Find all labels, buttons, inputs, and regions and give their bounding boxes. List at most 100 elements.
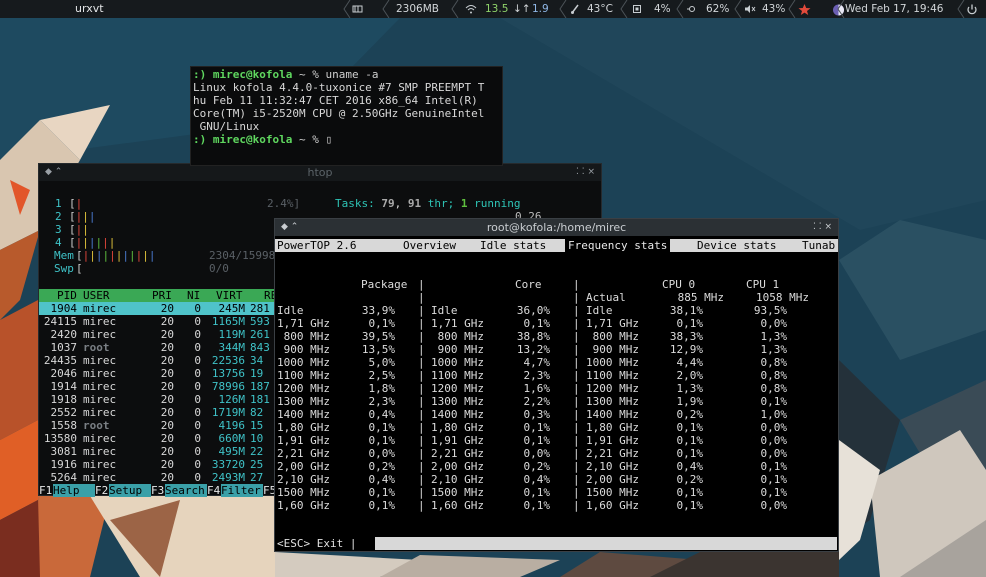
htop-window-title: htop bbox=[307, 166, 333, 179]
package-value: 0,1% bbox=[368, 434, 396, 447]
fkey-label[interactable]: Filter bbox=[221, 484, 263, 497]
column-header-virt[interactable]: VIRT bbox=[216, 289, 243, 302]
process-res: 281 bbox=[250, 302, 270, 315]
cpu-freq: 1,71 GHz bbox=[586, 317, 639, 330]
fkey-label[interactable]: Help bbox=[53, 484, 95, 497]
header-cpu1: CPU 1 bbox=[746, 278, 780, 291]
meter-bar: [ bbox=[76, 262, 83, 275]
brightness-widget: 62% bbox=[683, 0, 729, 18]
package-freq: 1,91 GHz bbox=[277, 434, 330, 447]
package-value: 33,9% bbox=[361, 304, 395, 317]
fkey-label[interactable]: Search bbox=[165, 484, 207, 497]
powertop-window[interactable]: ◆ ⌃ root@kofola:/home/mirec ⁚ ⁚ × PowerT… bbox=[274, 218, 839, 552]
process-user: mirec bbox=[83, 328, 117, 341]
core-value: 36,0% bbox=[516, 304, 550, 317]
process-ni: 0 bbox=[194, 341, 201, 354]
cpu-freq: 900 MHz bbox=[586, 343, 639, 356]
terminal-prompt-line[interactable]: :) mirec@kofola ~ % ▯ bbox=[193, 133, 332, 146]
volume-widget[interactable]: 43% bbox=[741, 0, 785, 18]
column-separator: | bbox=[573, 278, 580, 291]
process-virt: 1165M bbox=[211, 315, 245, 328]
process-pid: 3081 bbox=[50, 445, 78, 458]
tab-device-stats[interactable]: Device stats bbox=[697, 239, 776, 252]
process-user: mirec bbox=[83, 406, 117, 419]
package-freq: 2,21 GHz bbox=[277, 447, 330, 460]
cpu-freq: 1500 MHz bbox=[586, 486, 639, 499]
powertop-titlebar[interactable]: ◆ ⌃ root@kofola:/home/mirec ⁚ ⁚ × bbox=[275, 219, 838, 236]
column-separator: | bbox=[418, 408, 425, 421]
exit-hint[interactable]: <ESC> Exit | bbox=[277, 537, 375, 550]
process-ni: 0 bbox=[194, 367, 201, 380]
column-header-ni[interactable]: NI bbox=[187, 289, 200, 302]
column-separator: | bbox=[418, 499, 425, 512]
process-virt: 119M bbox=[218, 328, 246, 341]
meter-label: 1 bbox=[55, 197, 62, 210]
package-freq: 2,00 GHz bbox=[277, 460, 330, 473]
powertop-content[interactable]: PowerTOP 2.6 Overview Idle stats Frequen… bbox=[275, 236, 838, 551]
memory-value: 2306MB bbox=[396, 3, 439, 15]
fkey-f4[interactable]: F4 bbox=[207, 484, 220, 497]
tab-frequency-stats[interactable]: Frequency stats bbox=[565, 239, 671, 252]
column-separator: | bbox=[573, 382, 580, 395]
bar-separator bbox=[620, 0, 628, 18]
process-virt: 22536 bbox=[211, 354, 245, 367]
column-separator: | bbox=[418, 421, 425, 434]
process-res: 27 bbox=[250, 471, 264, 484]
terminal-output-line: GNU/Linux bbox=[193, 120, 260, 133]
fkey-f2[interactable]: F2 bbox=[95, 484, 108, 497]
column-separator: | bbox=[573, 421, 580, 434]
column-separator: | bbox=[418, 304, 425, 317]
window-menu-icon[interactable]: ◆ ⌃ bbox=[45, 164, 62, 181]
package-freq: 900 MHz bbox=[277, 343, 330, 356]
power-widget[interactable] bbox=[966, 0, 978, 18]
terminal-output-line: hu Feb 11 11:32:47 CET 2016 x86_64 Intel… bbox=[193, 94, 478, 107]
core-value: 4,7% bbox=[523, 356, 551, 369]
core-freq: 2,00 GHz bbox=[431, 460, 484, 473]
process-virt: 245M bbox=[218, 302, 246, 315]
cpu0-value: 38,3% bbox=[669, 330, 703, 343]
cpu1-value: 0,0% bbox=[760, 434, 788, 447]
cpu1-value: 0,8% bbox=[760, 356, 788, 369]
column-header-pid[interactable]: PID bbox=[57, 289, 77, 302]
fkey-label[interactable]: Setup bbox=[109, 484, 151, 497]
tray-app-star-icon[interactable] bbox=[798, 0, 811, 18]
header-cpu0: CPU 0 bbox=[662, 278, 696, 291]
core-freq: 1300 MHz bbox=[431, 395, 484, 408]
core-freq: 1200 MHz bbox=[431, 382, 484, 395]
window-menu-icon[interactable]: ◆ ⌃ bbox=[281, 219, 298, 236]
thermometer-icon bbox=[570, 0, 582, 18]
brightness-value: 62% bbox=[706, 3, 730, 15]
cpu1-value: 1,3% bbox=[760, 330, 788, 343]
tab-tunables[interactable]: Tunab bbox=[802, 239, 835, 252]
process-pid: 24435 bbox=[43, 354, 77, 367]
column-header-pri[interactable]: PRI bbox=[152, 289, 172, 302]
package-value: 2,5% bbox=[368, 369, 396, 382]
process-ni: 0 bbox=[194, 406, 201, 419]
package-value: 0,0% bbox=[368, 447, 396, 460]
tab-idle-stats[interactable]: Idle stats bbox=[480, 239, 546, 252]
cpu0-value: 1,9% bbox=[676, 395, 704, 408]
fkey-f3[interactable]: F3 bbox=[151, 484, 164, 497]
package-freq: 1,71 GHz bbox=[277, 317, 330, 330]
process-pri: 20 bbox=[160, 341, 174, 354]
clock-datetime: Wed Feb 17, 19:46 bbox=[845, 3, 944, 15]
cpu-freq: 1100 MHz bbox=[586, 369, 639, 382]
column-separator: | bbox=[418, 382, 425, 395]
tab-overview[interactable]: Overview bbox=[403, 239, 456, 252]
uname-terminal[interactable]: :) mirec@kofola ~ % uname -a Linux kofol… bbox=[190, 66, 503, 166]
header-core: Core bbox=[515, 278, 542, 291]
window-controls-icon[interactable]: ⁚ ⁚ × bbox=[813, 219, 832, 236]
column-separator: | bbox=[573, 473, 580, 486]
column-separator: | bbox=[418, 343, 425, 356]
htop-titlebar[interactable]: ◆ ⌃ htop ⁚ ⁚ × bbox=[39, 164, 601, 181]
power-icon bbox=[966, 0, 978, 18]
process-pri: 20 bbox=[160, 393, 174, 406]
column-header-user[interactable]: USER bbox=[83, 289, 110, 302]
fkey-f1[interactable]: F1 bbox=[39, 484, 52, 497]
package-value: 0,1% bbox=[368, 499, 396, 512]
column-separator: | bbox=[573, 447, 580, 460]
window-controls-icon[interactable]: ⁚ ⁚ × bbox=[576, 164, 595, 181]
column-separator: | bbox=[418, 356, 425, 369]
header-package: Package bbox=[361, 278, 408, 291]
core-value: 0,4% bbox=[523, 473, 551, 486]
